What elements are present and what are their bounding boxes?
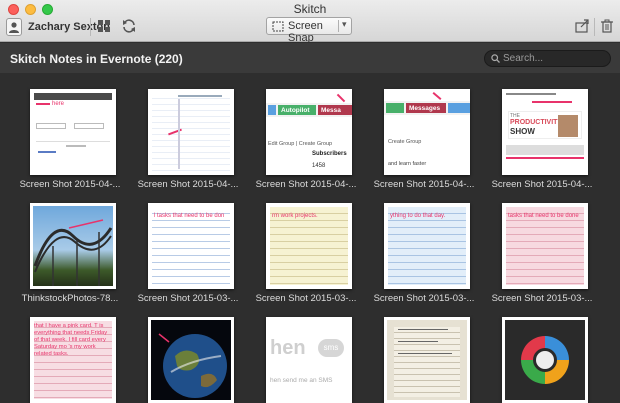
thumb-text: SHOW	[510, 127, 535, 136]
trash-icon[interactable]	[599, 18, 615, 34]
user-account-button[interactable]	[6, 18, 22, 36]
notes-grid: here Screen Shot 2015-04-... Screen Shot…	[0, 73, 620, 403]
chevron-down-icon[interactable]: ▾	[342, 19, 347, 30]
note-thumbnail[interactable]	[148, 89, 234, 175]
thumb-text: Messages	[406, 103, 446, 113]
note-caption: Screen Shot 2015-04-...	[491, 179, 593, 190]
note-thumbnail[interactable]: tasks that need to be done	[502, 203, 588, 289]
notes-header: Skitch Notes in Evernote (220)	[0, 43, 620, 73]
note-thumbnail[interactable]	[148, 317, 234, 403]
user-icon	[9, 22, 19, 33]
search-icon	[491, 54, 500, 63]
thumb-text: PRODUCTIVITY	[510, 119, 563, 126]
share-icon[interactable]	[574, 18, 590, 34]
note-thumbnail[interactable]: Autopilot Messa Edit Group | Create Grou…	[266, 89, 352, 175]
thumb-text: Messa	[318, 105, 352, 115]
note-thumbnail[interactable]: here	[30, 89, 116, 175]
screen-snap-button[interactable]: Screen Snap ▾	[266, 17, 352, 44]
thumb-text: hen send me an SMS	[270, 377, 333, 384]
note-thumbnail[interactable]: hen sms hen send me an SMS	[266, 317, 352, 403]
thumb-text: and learn faster	[388, 161, 427, 167]
thumb-text: here	[52, 101, 65, 107]
rollercoaster-image	[33, 219, 113, 286]
search-box[interactable]	[484, 50, 611, 67]
grid-view-icon[interactable]	[96, 18, 112, 34]
note-thumbnail[interactable]: ything to do that day.	[384, 203, 470, 289]
thumb-text: 1458	[312, 163, 326, 169]
note-thumbnail[interactable]	[502, 317, 588, 403]
thumb-text: Autopilot	[278, 105, 316, 115]
window-title: Skitch	[293, 2, 327, 16]
note-thumbnail[interactable]: Messages Create Group and learn faster	[384, 89, 470, 175]
note-caption: Screen Shot 2015-03-...	[491, 293, 593, 304]
thumb-text: ything to do that day.	[390, 213, 446, 219]
screen-snap-divider	[338, 20, 339, 32]
thumb-text: hen	[270, 337, 306, 359]
toolbar-divider	[594, 18, 595, 36]
thumb-text: tasks that need to be done	[508, 213, 579, 219]
search-input[interactable]	[503, 52, 603, 65]
note-thumbnail[interactable]: THE PRODUCTIVITY SHOW	[502, 89, 588, 175]
note-thumbnail[interactable]	[30, 203, 116, 289]
earth-image	[158, 333, 227, 398]
note-thumbnail[interactable]: rm work projects.	[266, 203, 352, 289]
note-thumbnail[interactable]	[384, 317, 470, 403]
sms-bubble: sms	[318, 339, 344, 357]
note-thumbnail[interactable]: l tasks that need to be don	[148, 203, 234, 289]
crop-icon	[272, 21, 284, 32]
sync-icon[interactable]	[121, 18, 137, 34]
note-thumbnail[interactable]: that I have a pink card. T is everything…	[30, 317, 116, 403]
thumb-text: l tasks that need to be don	[154, 213, 225, 219]
thumb-text: Subscribers	[312, 151, 347, 157]
thumb-text: rm work projects.	[272, 213, 318, 219]
thumb-text: that I have a pink card. T is everything…	[34, 323, 108, 357]
cycle-diagram-image	[521, 336, 569, 384]
page-title: Skitch Notes in Evernote (220)	[10, 52, 183, 66]
thumb-text: Create Group	[388, 139, 422, 145]
toolbar-divider	[90, 18, 91, 36]
thumb-text: Edit Group | Create Group	[268, 141, 333, 147]
window-toolbar: Skitch Zachary Sexton Screen Snap ▾	[0, 0, 620, 44]
